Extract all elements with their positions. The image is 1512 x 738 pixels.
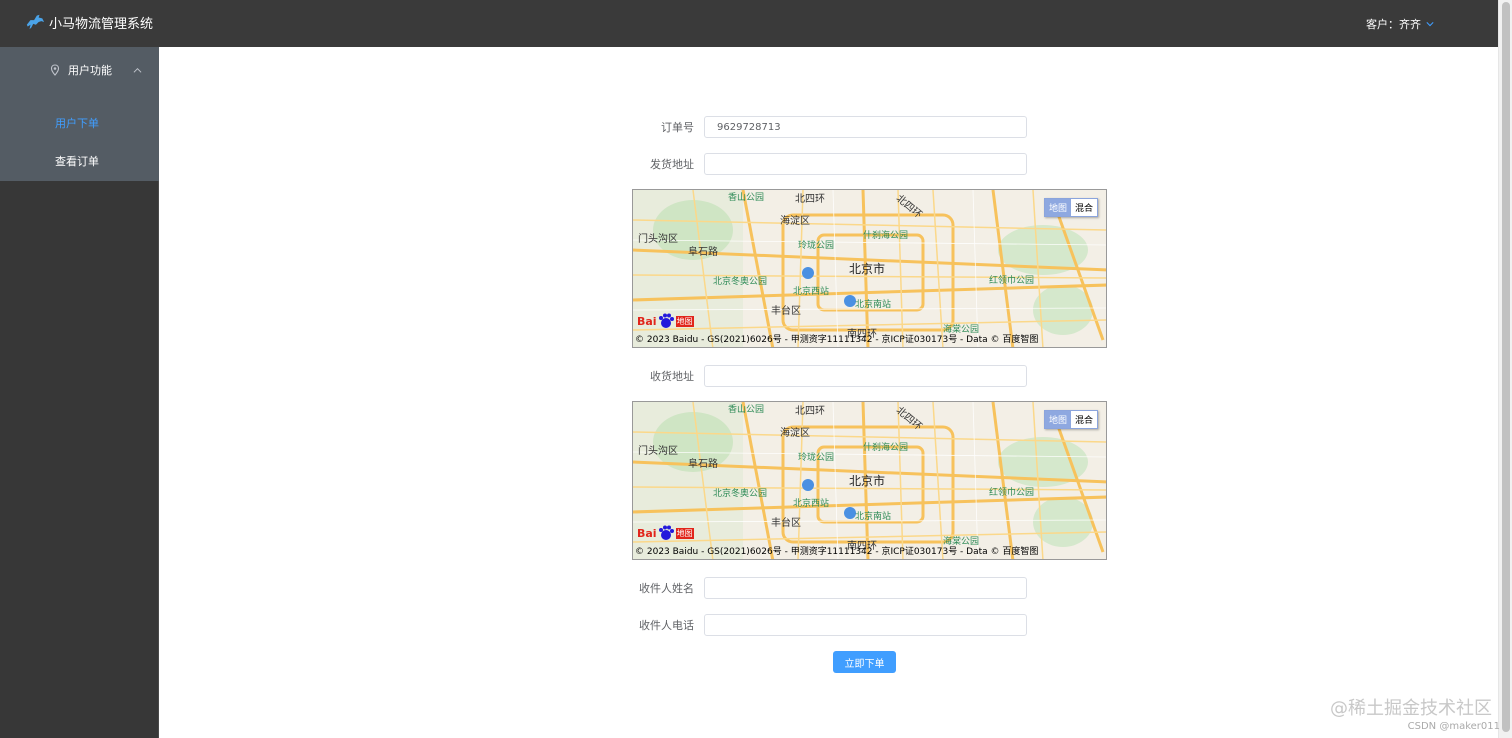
map-poi: 红领巾公园: [989, 488, 1035, 498]
baidu-map-logo[interactable]: Bai 地图: [637, 524, 694, 542]
order-no-label: 订单号: [661, 121, 694, 134]
submenu-user-functions[interactable]: 用户功能: [0, 47, 159, 93]
menu-item-place-order[interactable]: 用户下单: [0, 103, 159, 143]
ship-address-input[interactable]: [704, 153, 1027, 175]
map-poi: 北京西站: [793, 499, 830, 509]
map-label: 北四环: [795, 194, 825, 205]
receive-address-row: 收货地址: [630, 365, 1027, 387]
baidu-logo-text: Bai: [637, 314, 657, 328]
submenu-items: 用户下单 查看订单: [0, 93, 159, 181]
chevron-down-icon: [1426, 22, 1434, 27]
receive-address-label: 收货地址: [650, 370, 694, 383]
baidu-paw-icon: [658, 525, 674, 540]
map-poi: 北京冬奥公园: [713, 489, 768, 499]
submenu-label: 用户功能: [68, 64, 112, 77]
map-poi: 什刹海公园: [863, 443, 909, 453]
receive-address-map[interactable]: 海淀区 门头沟区 丰台区 阜石路 北四环 北四环 南四环 北京市 玲珑公园 什刹…: [632, 401, 1107, 560]
ship-address-label: 发货地址: [650, 158, 694, 171]
map-type-normal-button[interactable]: 地图: [1044, 199, 1071, 216]
map-poi: 北京冬奥公园: [713, 277, 768, 287]
map-copyright: © 2023 Baidu - GS(2021)6026号 - 甲测资字11111…: [635, 547, 1039, 557]
ship-address-map[interactable]: 海淀区 门头沟区 丰台区 阜石路 北四环 北四环 南四环 北京市 玲珑公园 什刹…: [632, 189, 1107, 348]
map-label: 阜石路: [688, 459, 718, 470]
csdn-watermark: CSDN @maker011: [1407, 721, 1500, 732]
customer-label: 客户：齐齐: [1366, 18, 1421, 31]
submit-order-button[interactable]: 立即下单: [833, 651, 896, 673]
receiver-phone-label: 收件人电话: [639, 619, 694, 632]
receiver-phone-row: 收件人电话: [630, 614, 1027, 636]
scrollbar-thumb[interactable]: [1502, 2, 1510, 732]
juejin-watermark: @稀土掘金技术社区: [1330, 698, 1492, 719]
menu-item-view-orders[interactable]: 查看订单: [0, 141, 159, 181]
baidu-logo-map-text: 地图: [675, 527, 694, 539]
map-poi: 红领巾公园: [989, 276, 1035, 286]
receive-address-input[interactable]: [704, 365, 1027, 387]
map-poi: 玲珑公园: [798, 453, 835, 463]
map-poi: 北京南站: [855, 300, 892, 310]
app-title: 小马物流管理系统: [49, 16, 154, 32]
map-type-toggle: 地图 混合: [1043, 410, 1098, 429]
chevron-up-icon: [133, 67, 142, 73]
map-city-label: 北京市: [849, 474, 886, 488]
map-poi: 玲珑公园: [798, 241, 835, 251]
location-pin-icon: [50, 64, 60, 76]
map-type-hybrid-button[interactable]: 混合: [1070, 411, 1097, 428]
map-label: 海淀区: [780, 216, 810, 227]
map-label: 北四环: [795, 406, 825, 417]
customer-dropdown[interactable]: 客户：齐齐: [1366, 16, 1434, 32]
map-city-label: 北京市: [849, 262, 886, 276]
app-logo[interactable]: 小马物流管理系统: [24, 12, 153, 32]
map-label: 阜石路: [688, 247, 718, 258]
map-label: 海淀区: [780, 428, 810, 439]
map-label: 门头沟区: [638, 234, 678, 245]
baidu-paw-icon: [658, 313, 674, 328]
map-type-normal-button[interactable]: 地图: [1044, 411, 1071, 428]
baidu-logo-map-text: 地图: [675, 315, 694, 327]
baidu-logo-text: Bai: [637, 526, 657, 540]
map-poi: 香山公园: [728, 405, 765, 415]
sidebar: 用户功能 用户下单 查看订单: [0, 47, 159, 738]
receiver-name-row: 收件人姓名: [630, 577, 1027, 599]
map-type-hybrid-button[interactable]: 混合: [1070, 199, 1097, 216]
order-no-input[interactable]: [704, 116, 1027, 138]
map-poi: 北京南站: [855, 512, 892, 522]
map-poi: 什刹海公园: [863, 231, 909, 241]
map-label: 门头沟区: [638, 446, 678, 457]
receiver-name-input[interactable]: [704, 577, 1027, 599]
baidu-map-logo[interactable]: Bai 地图: [637, 312, 694, 330]
horse-logo-icon: [26, 14, 45, 30]
page-scrollbar[interactable]: [1498, 0, 1512, 738]
map-copyright: © 2023 Baidu - GS(2021)6026号 - 甲测资字11111…: [635, 335, 1039, 345]
map-poi: 香山公园: [728, 193, 765, 203]
map-type-toggle: 地图 混合: [1043, 198, 1098, 217]
receiver-phone-input[interactable]: [704, 614, 1027, 636]
map-poi: 北京西站: [793, 287, 830, 297]
map-label: 丰台区: [771, 518, 801, 529]
order-no-row: 订单号: [630, 116, 1027, 138]
ship-address-row: 发货地址: [630, 153, 1027, 175]
map-label: 丰台区: [771, 306, 801, 317]
receiver-name-label: 收件人姓名: [639, 582, 694, 595]
top-header: 小马物流管理系统 客户：齐齐: [0, 0, 1498, 47]
